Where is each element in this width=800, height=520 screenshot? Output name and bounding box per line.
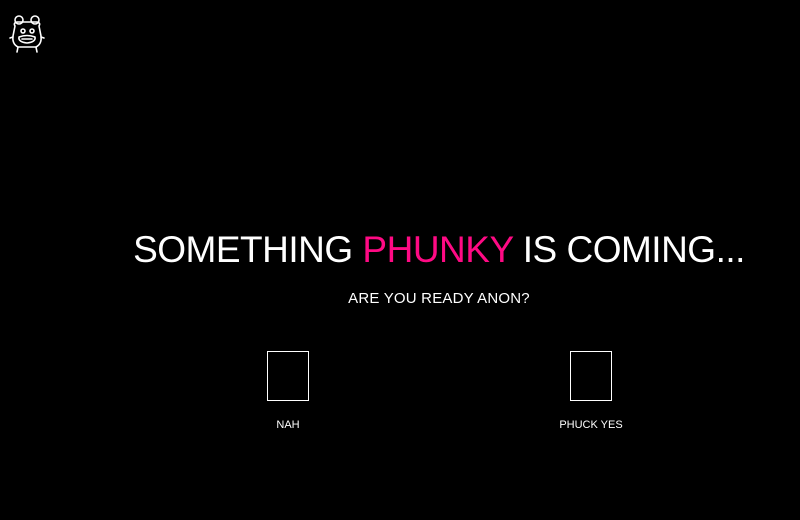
phuck-yes-label[interactable]: PHUCK YES [531,419,651,432]
headline-text-end: IS COMING... [522,229,746,270]
choice-nah: NAH [228,351,348,432]
headline-accent-word: PHUNKY [362,229,513,270]
nah-label[interactable]: NAH [228,419,348,432]
nah-checkbox[interactable] [267,351,309,401]
phuck-yes-checkbox[interactable] [570,351,612,401]
subtitle: ARE YOU READY ANON? [348,290,530,307]
phunky-bear-logo-icon[interactable] [8,14,46,54]
headline: SOMETHING PHUNKY IS COMING... [0,224,800,276]
choice-phuck-yes: PHUCK YES [531,351,651,432]
headline-text-start: SOMETHING [133,229,353,270]
